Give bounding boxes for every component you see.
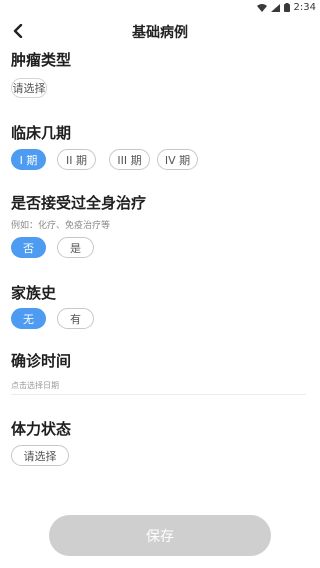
family-option-yes[interactable]: 有 xyxy=(57,308,94,329)
stage-option-3[interactable]: III 期 xyxy=(109,149,150,170)
treatment-option-yes[interactable]: 是 xyxy=(57,237,94,258)
status-icons: 2:34 xyxy=(256,2,316,13)
diagnosis-time-title: 确诊时间 xyxy=(11,352,72,370)
diagnosis-divider xyxy=(11,394,306,395)
battery-icon xyxy=(283,3,290,12)
diagnosis-date-picker[interactable]: 点击选择日期 xyxy=(11,380,59,391)
signal-icon xyxy=(270,3,280,12)
stage-option-4[interactable]: IV 期 xyxy=(157,149,198,170)
clock-time: 2:34 xyxy=(293,2,316,13)
tumor-type-select-button[interactable]: 请选择 xyxy=(11,78,47,98)
treatment-option-no[interactable]: 否 xyxy=(11,237,46,258)
systemic-treatment-hint: 例如：化疗、免疫治疗等 xyxy=(11,221,111,231)
systemic-treatment-title: 是否接受过全身治疗 xyxy=(11,194,147,212)
page-title: 基础病例 xyxy=(132,25,188,41)
status-bar: 2:34 xyxy=(0,0,320,16)
nav-bar: 基础病例 xyxy=(0,16,320,48)
clinical-stage-title: 临床几期 xyxy=(11,124,72,142)
wifi-icon xyxy=(256,3,267,12)
physical-status-title: 体力状态 xyxy=(11,420,72,438)
tumor-type-title: 肿瘤类型 xyxy=(11,51,72,69)
stage-option-1[interactable]: I 期 xyxy=(11,149,46,170)
physical-status-select-button[interactable]: 请选择 xyxy=(11,445,69,466)
save-button[interactable]: 保存 xyxy=(49,515,271,556)
family-history-title: 家族史 xyxy=(11,284,57,302)
stage-option-2[interactable]: II 期 xyxy=(57,149,96,170)
family-option-no[interactable]: 无 xyxy=(11,308,46,329)
